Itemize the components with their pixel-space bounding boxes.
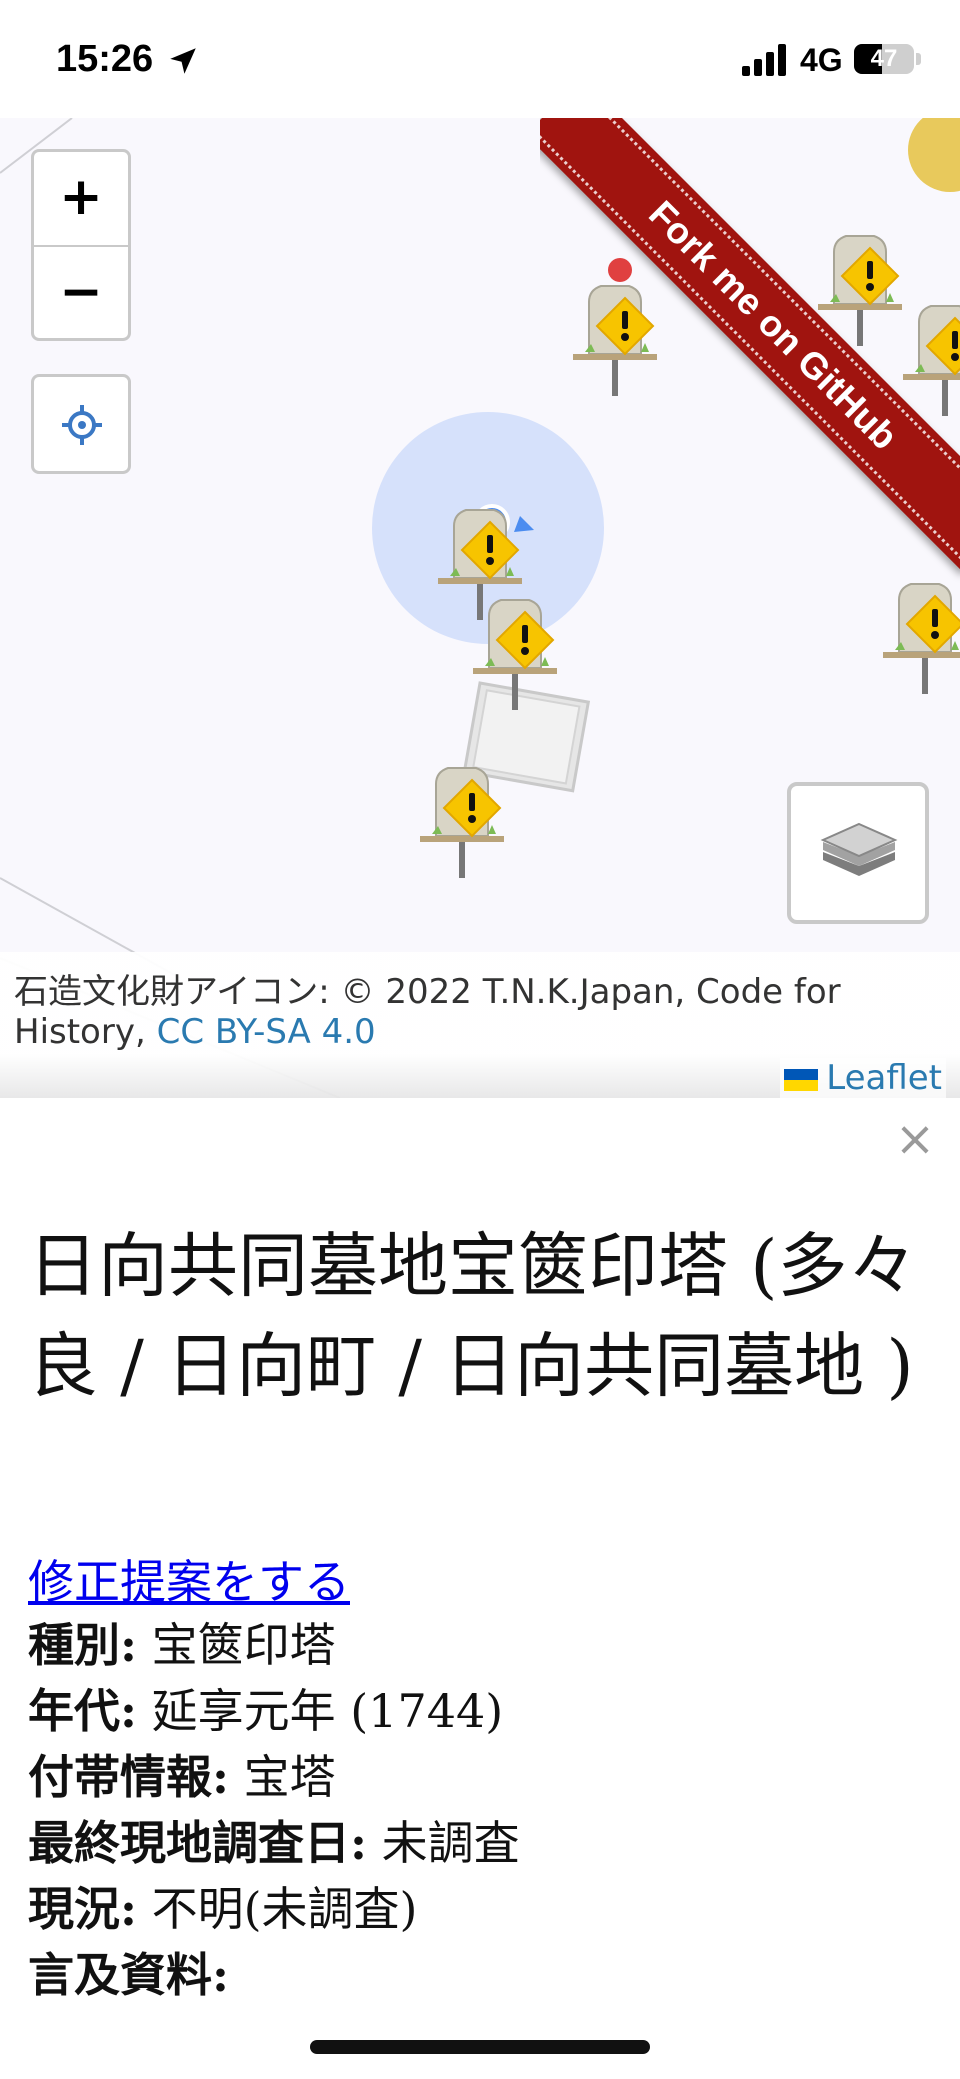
info-row-references: 言及資料: [28, 1942, 520, 2008]
info-label: 種別: [28, 1618, 137, 1672]
status-time: 15:26 [56, 38, 154, 80]
cellular-signal-icon [742, 44, 786, 76]
locate-me-button[interactable] [31, 374, 131, 474]
suggest-correction-link[interactable]: 修正提案をする [28, 1546, 350, 1612]
crosshair-icon [62, 405, 102, 445]
info-row-extra: 付帯情報: 宝塔 [28, 1744, 520, 1810]
info-panel: × 日向共同墓地宝篋印塔 (多々良 / 日向町 / 日向共同墓地 ) 修正提案を… [0, 1098, 960, 2079]
layers-icon [820, 822, 898, 876]
battery-cap [916, 53, 921, 65]
info-row-type: 種別: 宝篋印塔 [28, 1612, 520, 1678]
info-label: 年代: [28, 1684, 137, 1738]
attribution-history: History, [14, 1012, 157, 1052]
map-attribution: 石造文化財アイコン: © 2022 T.N.K.Japan, Code for … [0, 952, 960, 1098]
page-title: 日向共同墓地宝篋印塔 (多々良 / 日向町 / 日向共同墓地 ) [28, 1225, 918, 1407]
info-value: 延享元年 (1744) [136, 1684, 504, 1738]
battery-icon: 47 [854, 44, 914, 74]
zoom-in-button[interactable]: + [34, 152, 128, 245]
map[interactable]: + − Fork me on GitHub 石造文化財アイコン: © 2022 … [0, 118, 960, 1098]
info-label: 付帯情報: [28, 1750, 229, 1804]
stone-marker [419, 767, 505, 879]
stone-marker [882, 583, 960, 695]
info-list: 種別: 宝篋印塔 年代: 延享元年 (1744) 付帯情報: 宝塔 最終現地調査… [28, 1612, 520, 2008]
license-link[interactable]: CC BY-SA 4.0 [157, 1012, 376, 1052]
leaflet-link[interactable]: Leaflet [780, 1058, 946, 1098]
zoom-out-button[interactable]: − [34, 245, 128, 338]
ukraine-flag-icon [784, 1068, 819, 1091]
info-value: 宝塔 [228, 1750, 336, 1804]
home-indicator[interactable] [310, 2040, 650, 2054]
status-bar: 15:26 4G 47 [0, 0, 960, 118]
info-label: 現況: [28, 1882, 137, 1936]
info-label: 言及資料: [28, 1948, 229, 2002]
attribution-text-line2: History, CC BY-SA 4.0 [14, 1012, 376, 1052]
info-label: 最終現地調査日: [28, 1816, 367, 1870]
leaflet-label: Leaflet [826, 1058, 942, 1098]
network-type: 4G [800, 42, 843, 78]
stone-marker [572, 285, 658, 397]
battery-level: 47 [870, 45, 898, 72]
info-value: 未調査 [366, 1816, 520, 1870]
attribution-text: 石造文化財アイコン: © 2022 T.N.K.Japan, Code for [14, 972, 841, 1012]
info-row-survey-date: 最終現地調査日: 未調査 [28, 1810, 520, 1876]
layers-button[interactable] [787, 782, 929, 924]
info-row-status: 現況: 不明(未調査) [28, 1876, 520, 1942]
map-canvas [0, 118, 960, 1098]
stone-marker [902, 305, 960, 417]
info-value: 不明(未調査) [136, 1882, 418, 1936]
location-arrow-icon [170, 48, 196, 74]
zoom-control: + − [31, 149, 131, 341]
info-row-era: 年代: 延享元年 (1744) [28, 1678, 520, 1744]
info-value: 宝篋印塔 [136, 1618, 336, 1672]
close-button[interactable]: × [892, 1115, 938, 1163]
